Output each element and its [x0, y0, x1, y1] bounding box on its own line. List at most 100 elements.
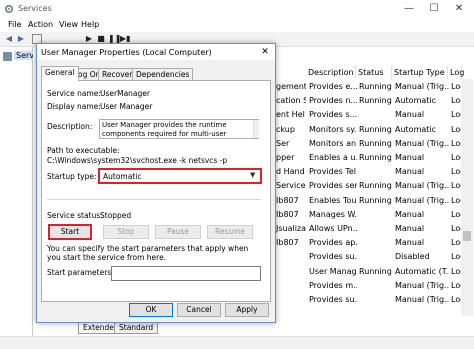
- service-status-cell: Running: [359, 82, 392, 91]
- start-parameters-label: Start parameters:: [47, 268, 114, 277]
- startup-type-value: Automatic: [103, 172, 142, 181]
- service-status-cell: Running: [359, 181, 392, 191]
- column-header-log-on-as[interactable]: Log: [448, 66, 464, 79]
- tab-general[interactable]: General: [41, 66, 79, 81]
- service-name-cell: pper: [276, 153, 295, 162]
- service-name-cell: cation S: [276, 96, 306, 106]
- service-name-cell: Service: [276, 181, 306, 191]
- service-startup-cell: Manual: [395, 209, 425, 219]
- service-status-cell: Running: [359, 195, 392, 205]
- service-description-cell: Monitors an...: [309, 138, 357, 148]
- minimize-button[interactable]: —: [398, 0, 420, 18]
- window-titlebar: Services — ☐ ✕: [0, 0, 474, 18]
- service-name-cell: ckup: [276, 124, 295, 134]
- apply-button[interactable]: Apply: [225, 303, 269, 317]
- service-name-cell: Ib807: [276, 238, 299, 248]
- service-name-value: UserManager: [100, 89, 150, 98]
- service-description-cell: Provides ser...: [309, 181, 357, 191]
- cancel-button[interactable]: Cancel: [177, 303, 221, 317]
- service-startup-cell: Automatic (T...: [395, 266, 449, 276]
- service-startup-cell: Disabled: [395, 252, 430, 262]
- column-header-status[interactable]: Status: [356, 66, 392, 79]
- service-name-cell: Ser: [276, 138, 290, 148]
- service-description-cell: Manages W...: [309, 209, 357, 219]
- service-startup-cell: Automatic: [395, 124, 437, 134]
- pause-button[interactable]: Pause: [155, 225, 201, 239]
- services-app-icon: [4, 4, 14, 14]
- service-startup-cell: Manual (Trig...: [395, 82, 449, 91]
- description-scrollbar[interactable]: [253, 120, 259, 138]
- service-description-cell: Provides ap...: [309, 238, 357, 248]
- start-parameters-input[interactable]: [111, 266, 261, 281]
- maximize-button[interactable]: ☐: [423, 0, 445, 18]
- stop-button[interactable]: Stop: [103, 225, 149, 239]
- service-name-cell: Ib807: [276, 195, 299, 205]
- separator: [47, 199, 261, 200]
- menu-view[interactable]: View: [59, 20, 78, 29]
- dialog-close-button[interactable]: ✕: [257, 45, 273, 59]
- service-status-value: Stopped: [100, 211, 132, 220]
- service-name-cell: ent Hel: [276, 110, 305, 120]
- dialog-title: User Manager Properties (Local Computer): [41, 48, 212, 57]
- close-button[interactable]: ✕: [448, 0, 470, 18]
- scrollbar-thumb[interactable]: [463, 231, 471, 241]
- service-status-cell: Running: [359, 266, 392, 276]
- display-name-label: Display name:: [47, 102, 101, 111]
- path-label: Path to executable:: [47, 146, 120, 155]
- service-description-cell: Enables a u...: [309, 153, 357, 162]
- service-startup-cell: Manual: [395, 110, 425, 120]
- window-title: Services: [18, 4, 52, 13]
- service-description-cell: User Manag...: [309, 266, 357, 276]
- menu-bar: File Action View Help: [0, 18, 474, 32]
- service-description-cell: Provides su...: [309, 295, 357, 304]
- service-startup-cell: Manual: [395, 224, 425, 233]
- startup-type-dropdown[interactable]: Automatic ▼: [99, 169, 261, 183]
- forward-icon[interactable]: ▶: [16, 34, 26, 44]
- service-status-cell: Running: [359, 96, 392, 106]
- menu-file[interactable]: File: [8, 20, 21, 29]
- service-startup-cell: Manual (Trig...: [395, 195, 449, 205]
- description-label: Description:: [47, 122, 93, 131]
- tab-standard[interactable]: Standard: [114, 322, 159, 334]
- service-description-cell: Provides s...: [309, 110, 357, 120]
- service-description-cell: Allows UPn...: [309, 224, 357, 233]
- service-description-cell: Provides su...: [309, 252, 357, 262]
- chevron-down-icon: ▼: [250, 171, 256, 179]
- service-description-cell: Provides Tel...: [309, 167, 357, 177]
- back-icon[interactable]: ◀: [4, 34, 14, 44]
- path-value: C:\Windows\system32\svchost.exe -k netsv…: [47, 156, 228, 165]
- service-name-cell: Ib807: [276, 209, 299, 219]
- service-description-cell: Provides e...: [309, 82, 357, 91]
- service-name-cell: gement: [276, 82, 306, 91]
- service-startup-cell: Manual (Trig...: [395, 280, 449, 290]
- service-name-cell: d Hand: [276, 167, 305, 177]
- service-status-cell: Running: [359, 153, 392, 162]
- service-description-cell: Provides n...: [309, 96, 357, 106]
- view-tabs: Extended Standard: [74, 322, 234, 334]
- service-startup-cell: Manual: [395, 167, 425, 177]
- service-startup-cell: Manual (Trig...: [395, 138, 449, 148]
- service-status-cell: Running: [359, 124, 392, 134]
- menu-action[interactable]: Action: [28, 20, 53, 29]
- column-header-startup-type[interactable]: Startup Type: [392, 66, 448, 79]
- vertical-scrollbar[interactable]: [461, 79, 473, 316]
- service-startup-cell: Automatic: [395, 96, 437, 106]
- dialog-titlebar: User Manager Properties (Local Computer)…: [37, 44, 275, 60]
- service-name-cell: Jsualiza: [276, 224, 306, 233]
- display-name-value: User Manager: [100, 102, 153, 111]
- menu-help[interactable]: Help: [81, 20, 99, 29]
- properties-dialog: User Manager Properties (Local Computer)…: [36, 43, 276, 323]
- service-startup-cell: Manual: [395, 153, 425, 162]
- console-tree: Servi: [0, 47, 39, 337]
- service-startup-cell: Manual: [395, 238, 425, 248]
- column-header-description[interactable]: Description: [306, 66, 356, 79]
- service-description-cell: Enables Tou...: [309, 195, 357, 205]
- resume-button[interactable]: Resume: [207, 225, 253, 239]
- service-startup-cell: Manual (Trig...: [395, 295, 449, 304]
- services-node-icon: [3, 52, 12, 61]
- description-box: User Manager provides the runtime compon…: [99, 119, 259, 139]
- service-status-cell: Running: [359, 138, 392, 148]
- startup-type-label: Startup type:: [47, 172, 97, 181]
- start-button[interactable]: Start: [49, 225, 91, 239]
- ok-button[interactable]: OK: [129, 303, 173, 317]
